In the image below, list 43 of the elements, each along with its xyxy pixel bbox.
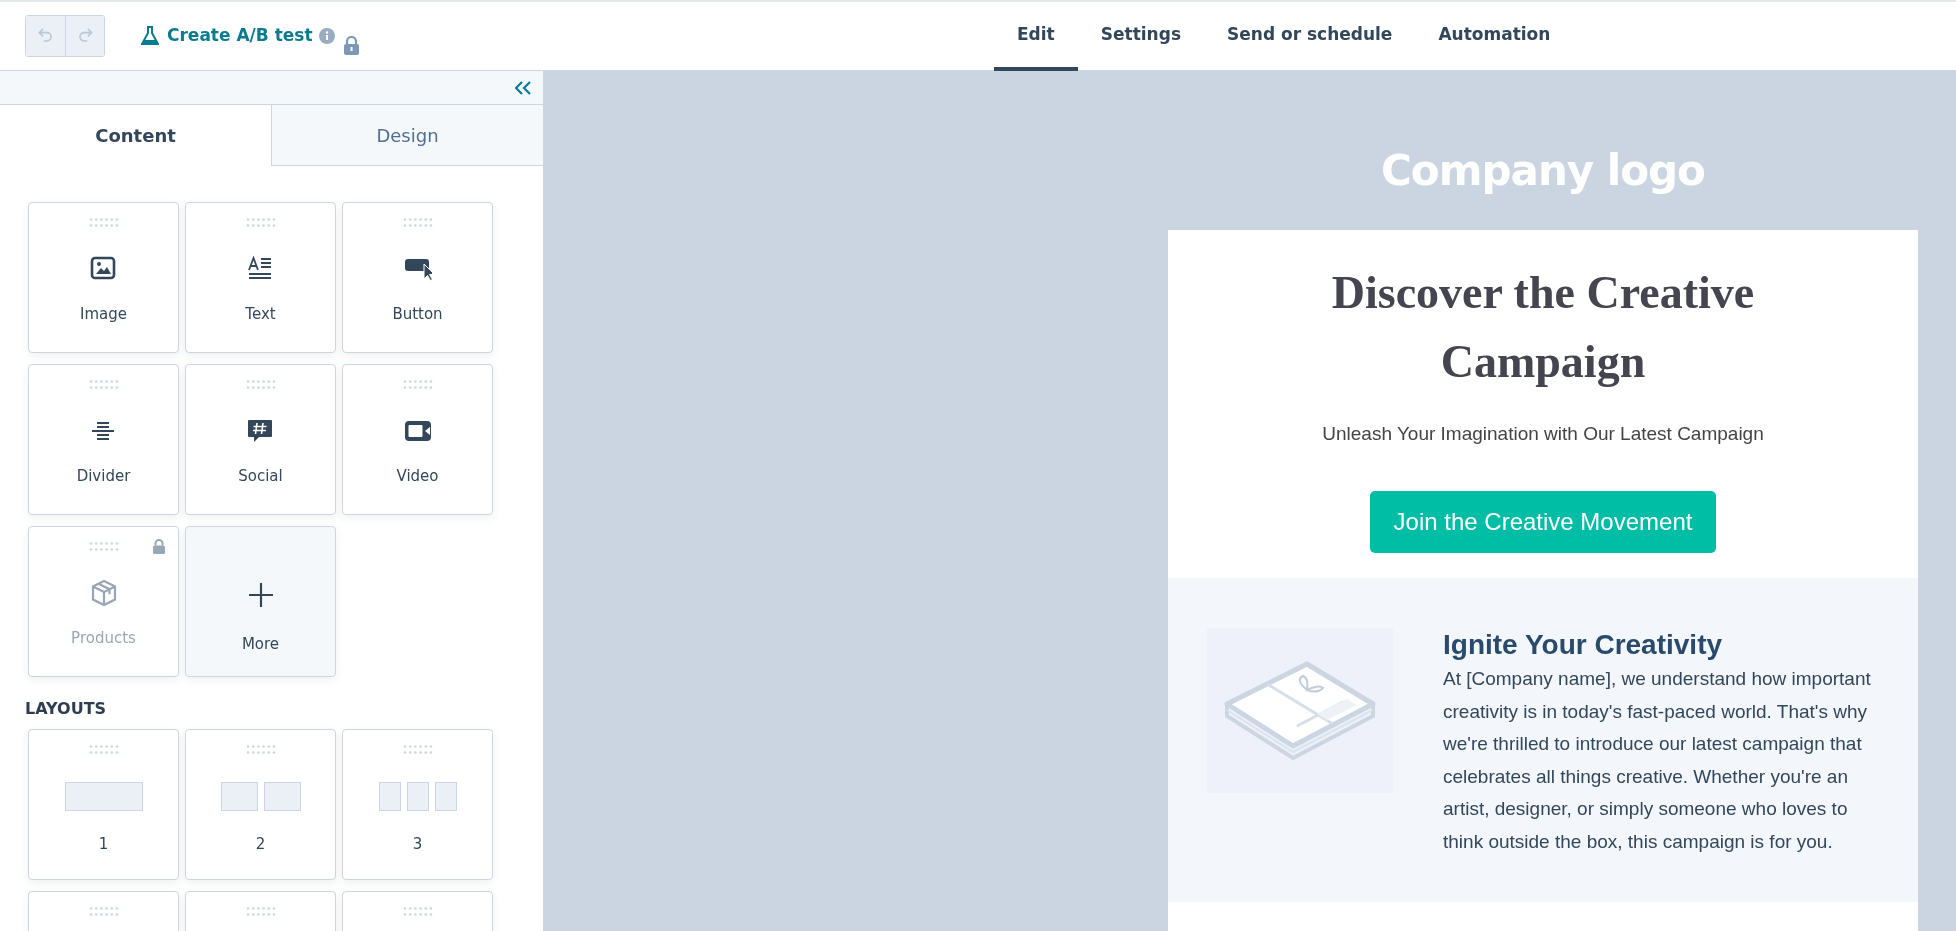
nav-tab[interactable]: Settings — [1077, 2, 1204, 71]
email-subheading: Unleash Your Imagination with Our Latest Campaign — [1321, 422, 1765, 446]
module-tile[interactable]: Image — [28, 202, 179, 353]
feature-paragraph: At [Company name], we understand how important creativity is in today's fast-paced world. That's why we're thrilled to introduce our latest campaign that celebrates all things creative. Whether you're an artist, designer, or simply someone who loves to think outside the box, this campaign is for you. — [1443, 667, 1872, 854]
hashtag-chat-icon — [246, 417, 275, 445]
drag-handle-icon — [245, 218, 276, 227]
drag-handle-icon — [245, 745, 276, 754]
flask-icon — [141, 26, 159, 46]
drag-handle-icon — [402, 907, 433, 916]
drag-handle-icon — [402, 218, 433, 227]
module-tile[interactable]: Text — [185, 202, 336, 353]
layout-tile[interactable]: 1 — [28, 729, 179, 880]
layout-tile[interactable]: 3 — [342, 729, 493, 880]
panel-tab[interactable]: Design — [271, 105, 543, 166]
layout-tile[interactable]: 2 — [185, 729, 336, 880]
module-tile[interactable]: Social — [185, 364, 336, 515]
module-tile[interactable]: Button — [342, 202, 493, 353]
drag-handle-icon — [402, 745, 433, 754]
column-layout-icon — [378, 782, 457, 811]
feature-title: Ignite Your Creativity — [1443, 627, 1724, 662]
drag-handle-icon — [88, 745, 119, 754]
section-heading: LAYOUTS — [24, 698, 108, 720]
ab-test-link[interactable]: Create A/B test — [167, 23, 313, 49]
module-tile[interactable]: More — [185, 526, 336, 677]
drag-handle-icon — [88, 218, 119, 227]
info-icon — [318, 28, 335, 44]
module-tile[interactable]: Divider — [28, 364, 179, 515]
nav-tab[interactable]: Send or schedule — [1204, 2, 1416, 71]
plus-icon — [246, 581, 275, 609]
box-icon — [89, 579, 118, 607]
drag-handle-icon — [88, 907, 119, 916]
email-heading: Discover the Creative Campaign — [1330, 266, 1756, 389]
drag-handle-icon — [88, 380, 119, 389]
drag-handle-icon — [402, 380, 433, 389]
lock-icon — [152, 539, 166, 554]
column-layout-icon — [64, 782, 143, 811]
collapse-icon[interactable] — [515, 80, 531, 95]
drag-handle-icon — [245, 380, 276, 389]
nav-tab[interactable]: Automation — [1415, 2, 1574, 71]
module-tile[interactable]: Video — [342, 364, 493, 515]
column-layout-icon — [220, 782, 301, 811]
drag-handle-icon — [245, 907, 276, 916]
drag-handle-icon — [88, 542, 119, 551]
